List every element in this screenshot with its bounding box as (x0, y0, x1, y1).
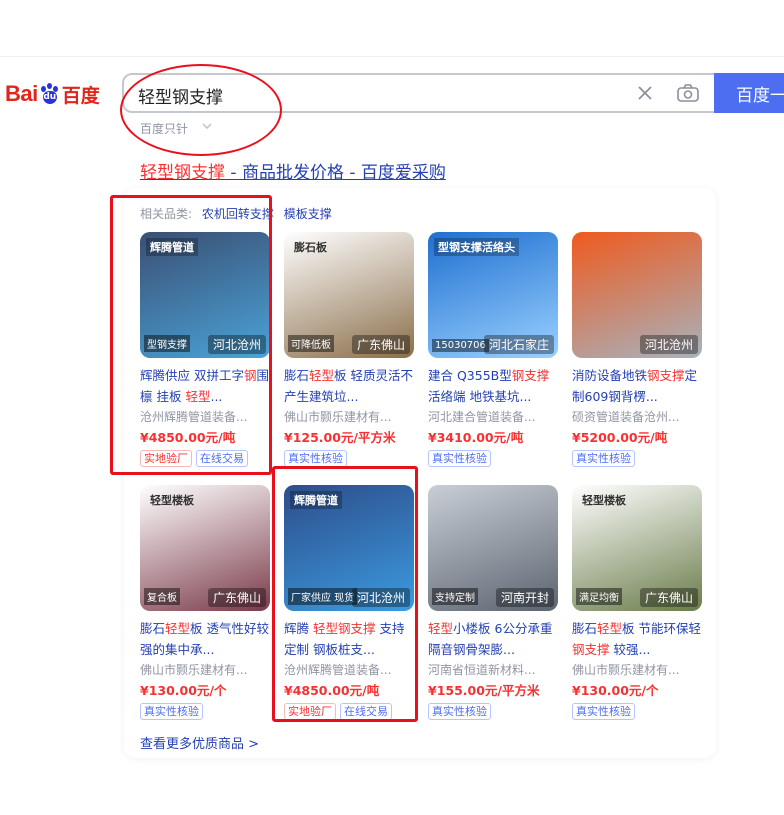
product-image[interactable]: 轻型楼板复合板 广东佛山 (140, 485, 270, 611)
product-image-badge: 复合板 (144, 588, 180, 605)
product-title[interactable]: 轻型小楼板 6公分承重隔音钢骨架膨... (428, 618, 560, 660)
top-divider (0, 56, 784, 57)
title-text: 活络端 地铁基坑... (428, 389, 532, 404)
product-seller[interactable]: 硕资管道装备沧州... (572, 407, 704, 427)
product-tag[interactable]: 真实性核验 (428, 703, 491, 720)
product-image-badge: 满足均衡 (576, 588, 622, 605)
title-keyword: 轻型 (428, 621, 454, 636)
baidu-logo[interactable]: Bai du 百度 (5, 76, 100, 112)
product-image-badge: 可降低板 (288, 335, 334, 352)
product-tag[interactable]: 真实性核验 (428, 450, 491, 467)
product-tag[interactable]: 真实性核验 (572, 450, 635, 467)
title-keyword: 钢支撑 (572, 642, 610, 657)
product-card[interactable]: 河北沧州消防设备地铁钢支撑定制609钢背楞... 硕资管道装备沧州... ¥5200… (572, 232, 704, 467)
product-card[interactable]: 支持定制 河南开封轻型小楼板 6公分承重隔音钢骨架膨... 河南省恒道新材料... ¥… (428, 485, 560, 720)
product-title[interactable]: 膨石轻型板 轻质灵活不产生建筑垃... (284, 365, 416, 407)
annotation-box-product-1 (110, 195, 272, 475)
title-keyword: 轻型 (165, 621, 191, 636)
product-price: ¥5200.00元/吨 (572, 430, 668, 445)
logo-text-bai: Bai (5, 81, 38, 106)
product-image[interactable]: 支持定制 河南开封 (428, 485, 558, 611)
product-price: ¥130.00元/个 (140, 683, 227, 698)
product-location: 广东佛山 (351, 335, 410, 354)
product-location: 河南开封 (495, 588, 554, 607)
title-text: 板 节能环保轻 (622, 621, 702, 636)
product-seller[interactable]: 河北建合管道装备... (428, 407, 560, 427)
category-link[interactable]: 模板支撑 (284, 207, 332, 221)
result-title-keyword: 轻型钢支撑 (140, 163, 225, 183)
annotation-box-product-6 (272, 466, 418, 722)
product-tags: 真实性核验 (140, 703, 272, 720)
result-title-rest: - 商品批发价格 - 百度爱采购 (225, 163, 446, 183)
product-location: 河北沧州 (639, 335, 698, 354)
title-keyword: 钢支撑 (511, 368, 550, 383)
logo-text-baidu: 百度 (61, 84, 100, 107)
product-image-badge: 15030706 (432, 339, 489, 352)
product-tags: 真实性核验 (572, 450, 704, 467)
product-seller[interactable]: 佛山市颢乐建材有... (140, 660, 272, 680)
title-text: 膨石 (284, 368, 310, 383)
product-tags: 真实性核验 (572, 703, 704, 720)
annotation-ellipse-search (120, 64, 282, 156)
product-seller[interactable]: 佛山市颢乐建材有... (284, 407, 416, 427)
title-text: 消防设备地铁 (572, 368, 648, 383)
product-seller[interactable]: 佛山市颢乐建材有... (572, 660, 704, 680)
title-text: 膨石 (140, 621, 166, 636)
product-card[interactable]: 轻型楼板 满足均衡 广东佛山 膨石轻型板 节能环保轻钢支撑 较强... 佛山市颢乐建材有… (572, 485, 704, 720)
product-card[interactable]: 膨石板可降低板 广东佛山膨石轻型板 轻质灵活不产生建筑垃... 佛山市颢乐建材有..… (284, 232, 416, 467)
title-keyword: 钢支撑 (647, 368, 685, 383)
product-location: 广东佛山 (639, 588, 698, 607)
product-tags: 真实性核验 (428, 703, 560, 720)
product-image-label: 型钢支撑活络头 (434, 238, 519, 256)
search-button[interactable]: 百度一下 (714, 73, 784, 113)
product-location: 河北石家庄 (483, 335, 554, 354)
product-image-label: 轻型楼板 (150, 494, 194, 507)
product-image[interactable]: 轻型楼板满足均衡 广东佛山 (572, 485, 702, 611)
product-image-badge: 支持定制 (432, 588, 478, 605)
product-card[interactable]: 轻型楼板复合板 广东佛山膨石轻型板 透气性好较强的集中承... 佛山市颢乐建材有..… (140, 485, 272, 720)
product-tags: 真实性核验 (428, 450, 560, 467)
product-seller[interactable]: 河南省恒道新材料... (428, 660, 560, 680)
product-tags: 真实性核验 (284, 450, 416, 467)
product-location: 广东佛山 (207, 588, 266, 607)
more-products-link[interactable]: 查看更多优质商品 > (140, 733, 259, 752)
product-title[interactable]: 建合 Q355B型钢支撑活络端 地铁基坑... (428, 365, 560, 407)
product-image-label: 轻型楼板 (582, 494, 626, 507)
clear-icon[interactable] (634, 82, 656, 104)
product-image-label: 膨石板 (294, 241, 327, 254)
product-title[interactable]: 膨石轻型板 透气性好较强的集中承... (140, 618, 272, 660)
product-tag[interactable]: 真实性核验 (284, 450, 347, 467)
product-price: ¥3410.00元/吨 (428, 430, 524, 445)
title-keyword: 轻型 (597, 621, 623, 636)
product-tag[interactable]: 真实性核验 (140, 703, 203, 720)
product-image[interactable]: 型钢支撑活络头 15030706 河北石家庄 (428, 232, 558, 358)
result-title-link[interactable]: 轻型钢支撑 - 商品批发价格 - 百度爱采购 (140, 158, 446, 183)
product-price: ¥130.00元/个 (572, 683, 659, 698)
title-text: 建合 Q355B型 (428, 368, 512, 383)
product-title[interactable]: 消防设备地铁钢支撑定制609钢背楞... (572, 365, 704, 407)
product-card[interactable]: 型钢支撑活络头 15030706 河北石家庄建合 Q355B型钢支撑活络端 地铁基坑… (428, 232, 560, 467)
camera-icon[interactable] (676, 82, 700, 104)
paw-icon: du (39, 83, 61, 105)
product-tag[interactable]: 真实性核验 (572, 703, 635, 720)
title-text: 膨石 (572, 621, 598, 636)
product-price: ¥125.00元/平方米 (284, 430, 396, 445)
product-image[interactable]: 膨石板可降低板 广东佛山 (284, 232, 414, 358)
product-title[interactable]: 膨石轻型板 节能环保轻钢支撑 较强... (572, 618, 704, 660)
title-text: 较强... (609, 642, 651, 657)
title-keyword: 轻型 (309, 368, 335, 383)
product-image[interactable]: 河北沧州 (572, 232, 702, 358)
product-price: ¥155.00元/平方米 (428, 683, 540, 698)
logo-paw-text: du (43, 92, 57, 102)
